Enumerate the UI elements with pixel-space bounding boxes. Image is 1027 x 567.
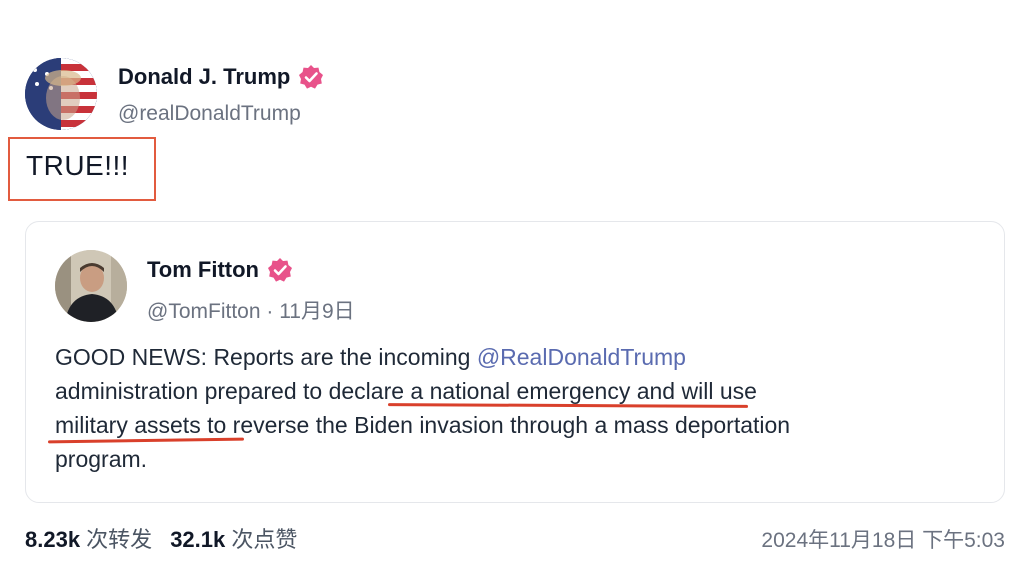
author-handle[interactable]: @realDonaldTrump [118, 102, 301, 126]
like-label[interactable]: 次点赞 [225, 527, 297, 552]
repost-label[interactable]: 次转发 [80, 527, 152, 552]
quote-body-line: military assets to reverse the Biden inv… [55, 412, 791, 438]
quote-author-handle[interactable]: @TomFitton [147, 300, 261, 323]
mention-link[interactable]: @RealDonaldTrump [477, 344, 686, 370]
author-name[interactable]: Donald J. Trump [118, 64, 290, 90]
author-avatar[interactable] [25, 58, 97, 130]
verified-badge-icon [268, 258, 292, 282]
quote-body-text: GOOD NEWS: Reports are the incoming [55, 344, 477, 370]
repost-count[interactable]: 8.23k [25, 527, 80, 552]
quote-author-name-row[interactable]: Tom Fitton [147, 257, 293, 283]
quote-body-line: GOOD NEWS: Reports are the incoming @Rea… [55, 340, 975, 374]
quote-author-meta: @TomFitton · 11月9日 [147, 295, 355, 325]
quote-body-line: program. [55, 446, 148, 472]
meta-separator: · [260, 300, 280, 323]
truth-social-post: Donald J. Trump @realDonaldTrump TRUE!!!… [0, 0, 1027, 567]
verified-badge-icon [299, 65, 324, 89]
quote-author-avatar[interactable] [55, 250, 127, 322]
quote-author-name[interactable]: Tom Fitton [147, 257, 259, 283]
author-name-row[interactable]: Donald J. Trump [118, 64, 324, 90]
quote-body: GOOD NEWS: Reports are the incoming @Rea… [55, 340, 975, 476]
engagement-stats: 8.23k 次转发 32.1k 次点赞 [25, 522, 297, 554]
post-timestamp[interactable]: 2024年11月18日 下午5:03 [761, 524, 1005, 554]
like-count[interactable]: 32.1k [170, 527, 225, 552]
quote-date[interactable]: 11月9日 [279, 300, 354, 323]
post-text: TRUE!!! [26, 150, 130, 181]
